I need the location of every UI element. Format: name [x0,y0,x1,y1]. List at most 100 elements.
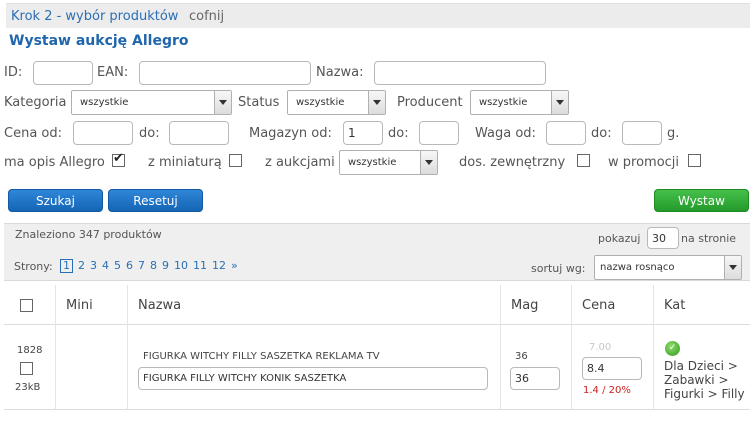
weight-from-label: Waga od: [475,126,536,141]
chevron-down-icon [551,91,568,114]
col-divider [653,285,654,410]
show-label: pokazuj [598,232,641,245]
page-link[interactable]: 6 [126,259,133,273]
page-link[interactable]: 1 [60,259,73,273]
weight-to-label: do: [591,126,612,141]
weight-from-input[interactable] [546,121,586,145]
per-page-input[interactable] [647,227,679,249]
per-page-label: na stronie [681,232,737,245]
page-title: Wystaw aukcję Allegro [9,33,189,49]
select-all-checkbox[interactable] [20,299,33,312]
pages-label: Strony: [14,260,53,273]
search-button[interactable]: Szukaj [8,189,103,212]
publish-button[interactable]: Wystaw [654,189,749,212]
id-label: ID: [4,65,23,80]
col-divider [500,285,501,410]
auctions-select[interactable]: wszystkie [339,150,438,175]
col-name: Nazwa [138,298,182,313]
price-markup: 1.4 / 20% [583,385,631,396]
page-link[interactable]: 11 [193,259,207,273]
next-page-link[interactable]: » [231,259,238,273]
promo-label: w promocji [608,155,680,170]
producer-select[interactable]: wszystkie [470,90,569,115]
external-label: dos. zewnętrzny [459,155,566,170]
product-original-name: FIGURKA WITCHY FILLY SASZETKA REKLAMA TV [143,351,380,362]
category-path-level: Figurki > Filly [664,387,745,401]
weight-unit: g. [667,126,680,141]
col-category: Kat [664,298,686,313]
product-size: 23kB [15,382,41,393]
price-from-label: Cena od: [4,126,62,141]
name-input[interactable] [374,61,546,85]
ean-label: EAN: [97,65,129,80]
allegro-desc-checkbox[interactable] [112,151,125,167]
status-select[interactable]: wszystkie [287,90,386,115]
name-label: Nazwa: [316,65,364,80]
allegro-desc-label: ma opis Allegro [4,155,105,170]
weight-to-input[interactable] [622,121,662,145]
category-select[interactable]: wszystkie [71,90,232,115]
sort-select-value: nazwa rosnąco [600,262,675,273]
chevron-down-icon [420,151,437,174]
breadcrumb: Krok 2 - wybór produktów cofnij [6,3,750,28]
chevron-down-icon [724,256,741,279]
page-link[interactable]: 5 [114,259,121,273]
auction-title-input[interactable] [138,367,488,390]
header-divider [4,324,750,325]
auctions-label: z aukcjami [265,155,335,170]
external-checkbox[interactable] [577,154,590,167]
chevron-down-icon [214,91,231,114]
check-circle-icon[interactable]: ✓ [665,341,680,356]
thumb-label: z miniaturą [148,155,222,170]
product-stock: 36 [515,351,528,362]
status-select-value: wszystkie [296,97,345,108]
id-input[interactable] [33,61,93,85]
page-link[interactable]: 10 [174,259,188,273]
col-divider [571,285,572,410]
page-link[interactable]: 2 [78,259,85,273]
results-count: Znaleziono 347 produktów [15,228,162,241]
auctions-select-value: wszystkie [348,157,397,168]
stock-from-input[interactable] [343,121,383,145]
page-link[interactable]: 3 [90,259,97,273]
reset-button[interactable]: Resetuj [108,189,203,212]
ean-input[interactable] [139,61,311,85]
price-input[interactable] [582,357,642,380]
producer-label: Producent [397,95,463,110]
row-divider [4,409,750,410]
category-path-level: Zabawki > [664,373,729,387]
row-checkbox[interactable] [20,362,33,375]
price-original: 7.00 [589,342,612,353]
category-path: Dla Dzieci > Zabawki > Figurki > Filly [664,359,745,401]
chevron-down-icon [368,91,385,114]
page-link[interactable]: 9 [162,259,169,273]
category-path-level: Dla Dzieci > [664,359,738,373]
price-to-label: do: [139,126,160,141]
thumb-checkbox[interactable] [229,154,242,167]
col-mini: Mini [66,298,93,313]
price-to-input[interactable] [169,121,229,145]
col-price: Cena [582,298,616,313]
page-link[interactable]: 7 [138,259,145,273]
promo-checkbox[interactable] [688,154,701,167]
stock-to-label: do: [388,126,409,141]
status-label: Status [238,95,280,110]
sort-select[interactable]: nazwa rosnąco [594,255,742,280]
col-stock: Mag [511,298,539,313]
stock-input[interactable] [510,367,560,390]
category-select-value: wszystkie [80,97,129,108]
back-link[interactable]: cofnij [189,9,224,24]
stock-to-input[interactable] [419,121,459,145]
col-divider [55,285,56,410]
breadcrumb-step: Krok 2 - wybór produktów [11,9,179,24]
pagination: 1 2 3 4 5 6 7 8 9 10 11 12 » [60,259,243,273]
col-divider [127,285,128,410]
sort-label: sortuj wg: [531,262,586,275]
results-panel: Znaleziono 347 produktów pokazuj na stro… [4,223,750,281]
price-from-input[interactable] [73,121,133,145]
product-id: 1828 [17,345,43,356]
page-link[interactable]: 12 [212,259,226,273]
page-link[interactable]: 8 [150,259,157,273]
page-link[interactable]: 4 [102,259,109,273]
producer-select-value: wszystkie [479,97,528,108]
